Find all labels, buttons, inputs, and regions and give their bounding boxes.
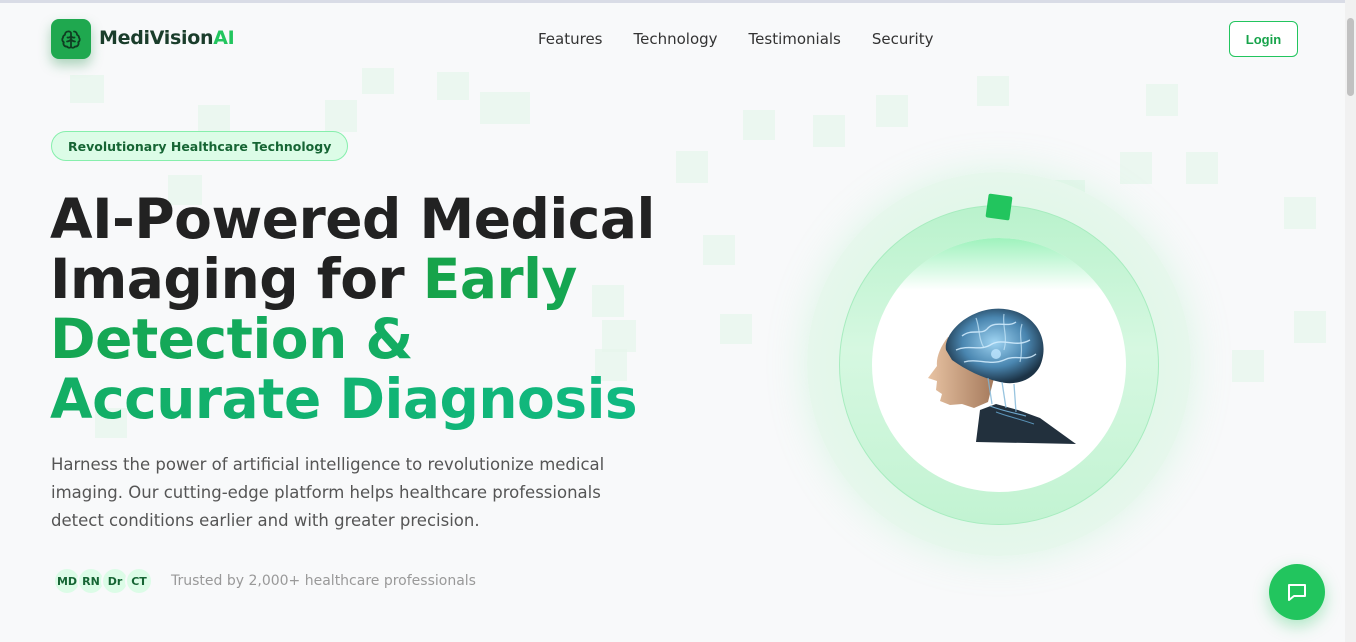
hero-badge: Revolutionary Healthcare Technology xyxy=(51,131,349,161)
nav-link-testimonials[interactable]: Testimonials xyxy=(749,30,841,48)
chat-bubble-icon xyxy=(1288,584,1306,601)
avatar: CT xyxy=(125,567,153,595)
logo-wordmark[interactable]: MediVisionAI xyxy=(99,27,235,49)
nav-link-technology[interactable]: Technology xyxy=(634,30,718,48)
logo-mark[interactable] xyxy=(51,19,91,59)
ai-head-illustration xyxy=(928,308,1076,444)
scan-line xyxy=(872,238,1126,290)
avatar-group: MD RN Dr CT xyxy=(53,567,153,595)
hero-headline: AI-Powered Medical Imaging for Early Det… xyxy=(50,189,670,429)
hero-description: Harness the power of artificial intellig… xyxy=(51,455,605,530)
chat-button[interactable] xyxy=(1269,564,1325,620)
page-scrollbar[interactable] xyxy=(1345,0,1356,642)
logo-suffix: AI xyxy=(213,27,235,49)
nav-link-security[interactable]: Security xyxy=(872,30,934,48)
logo-name: MediVision xyxy=(99,27,214,49)
login-button[interactable]: Login xyxy=(1229,21,1298,57)
orbit-marker xyxy=(985,193,1013,221)
scrollbar-thumb[interactable] xyxy=(1347,18,1354,96)
trusted-text: Trusted by 2,000+ healthcare professiona… xyxy=(171,573,476,589)
main-nav: Features Technology Testimonials Securit… xyxy=(538,30,933,48)
site-header: MediVisionAI Features Technology Testimo… xyxy=(0,0,1345,80)
brain-icon xyxy=(61,30,81,49)
nav-link-features[interactable]: Features xyxy=(538,30,603,48)
